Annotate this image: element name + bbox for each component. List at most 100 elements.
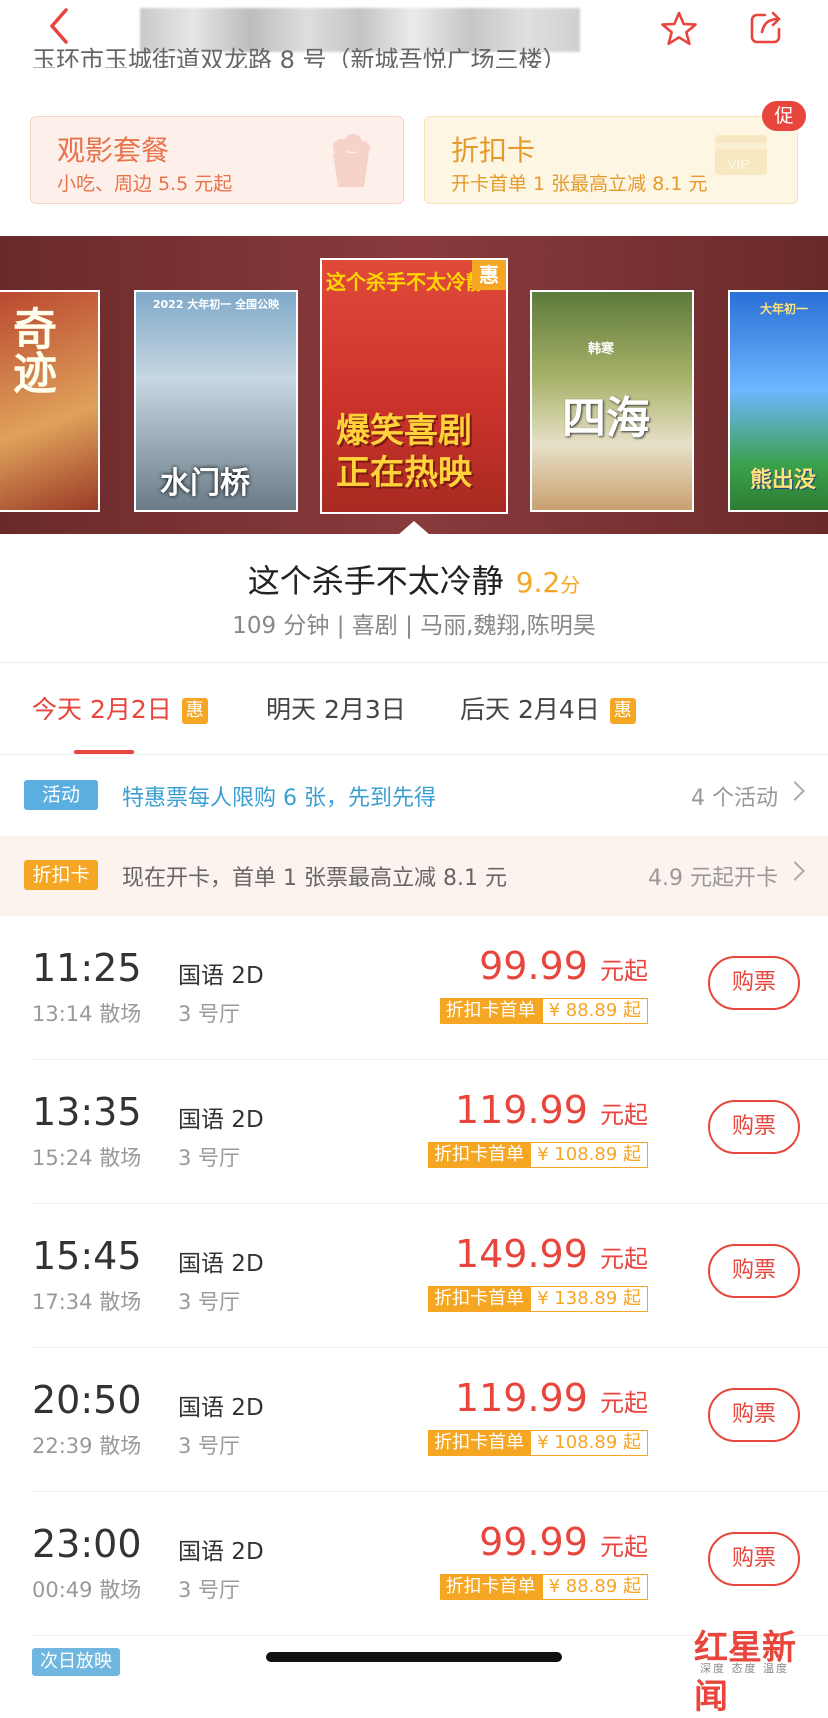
discount-price-tag: 折扣卡首单 ¥ 88.89 起 (439, 1574, 648, 1600)
poster-item[interactable]: 奇迹 (0, 290, 100, 512)
poster-title: 四海 (562, 393, 650, 444)
discount-label: 折扣卡首单 (439, 1574, 542, 1600)
discount-price: ¥ 88.89 起 (541, 1574, 648, 1600)
poster-title: 熊出没 (750, 468, 817, 493)
hall: 3 号厅 (178, 1578, 241, 1602)
start-time: 15:45 (32, 1234, 142, 1278)
price-unit: 元起 (600, 1533, 648, 1561)
end-time: 00:49 散场 (32, 1578, 142, 1602)
price-unit: 元起 (600, 1389, 648, 1417)
chevron-right-icon (785, 861, 805, 881)
activity-text: 特惠票每人限购 6 张，先到先得 (122, 786, 436, 811)
snack-combo-card[interactable]: 观影套餐 小吃、周边 5.5 元起 (30, 116, 404, 204)
poster-tagline: 2022 大年初一 全国公映 (152, 298, 280, 311)
score-unit: 分 (560, 573, 581, 597)
activity-row[interactable]: 活动 特惠票每人限购 6 张，先到先得 4 个活动 (0, 756, 828, 836)
showtime-row: 20:50 22:39 散场 国语 2D 3 号厅 119.99 元起 折扣卡首… (0, 1348, 828, 1492)
showtime-row: 15:45 17:34 散场 国语 2D 3 号厅 149.99 元起 折扣卡首… (0, 1204, 828, 1348)
price: 99.99 元起 (479, 944, 648, 988)
showtime-row: 23:00 00:49 散场 国语 2D 3 号厅 99.99 元起 折扣卡首单… (0, 1492, 828, 1636)
showtime-row: 13:35 15:24 散场 国语 2D 3 号厅 119.99 元起 折扣卡首… (0, 1060, 828, 1204)
discount-label: 折扣卡首单 (428, 1142, 531, 1168)
movie-title-line: 这个杀手不太冷静 9.2分 (0, 556, 828, 602)
share-icon[interactable] (748, 10, 784, 46)
buy-ticket-button[interactable]: 购票 (708, 1244, 800, 1298)
price: 99.99 元起 (479, 1520, 648, 1564)
price-value: 149.99 (454, 1232, 588, 1276)
poster-item[interactable]: 韩寒 四海 (530, 290, 694, 512)
language-format: 国语 2D (178, 1539, 264, 1565)
activity-count: 4 个活动 (691, 786, 778, 811)
discount-price-tag: 折扣卡首单 ¥ 108.89 起 (428, 1142, 648, 1168)
discount-price-tag: 折扣卡首单 ¥ 138.89 起 (428, 1286, 648, 1312)
svg-text:VIP: VIP (727, 156, 750, 172)
chevron-right-icon (785, 781, 805, 801)
discount-card-row[interactable]: 折扣卡 现在开卡，首单 1 张票最高立减 8.1 元 4.9 元起开卡 (0, 836, 828, 916)
poster-tagline: 韩寒 (588, 342, 615, 357)
buy-ticket-button[interactable]: 购票 (708, 1532, 800, 1586)
next-day-badge: 次日放映 (32, 1648, 120, 1676)
discount-price: ¥ 108.89 起 (530, 1430, 648, 1456)
movie-title: 这个杀手不太冷静 (247, 562, 504, 600)
poster-item-selected[interactable]: 这个杀手不太冷静 爆笑喜剧 正在热映 惠 (320, 258, 508, 514)
selected-pointer (398, 521, 430, 535)
vip-card-icon: VIP (715, 135, 767, 175)
divider (0, 754, 828, 755)
discount-price-tag: 折扣卡首单 ¥ 88.89 起 (439, 998, 648, 1024)
promo-subtitle: 开卡首单 1 张最高立减 8.1 元 (451, 173, 708, 195)
hall: 3 号厅 (178, 1002, 241, 1026)
poster-item[interactable]: 大年初一 熊出没 (728, 290, 828, 512)
hall: 3 号厅 (178, 1290, 241, 1314)
discount-card-badge: 折扣卡 (24, 860, 98, 890)
divider (0, 662, 828, 663)
promo-title: 观影套餐 (57, 134, 170, 167)
poster-title: 奇迹 (5, 306, 56, 394)
discount-card-promo[interactable]: 折扣卡 开卡首单 1 张最高立减 8.1 元 VIP (424, 116, 798, 204)
price-unit: 元起 (600, 957, 648, 985)
language-format: 国语 2D (178, 963, 264, 989)
price-value: 99.99 (479, 1520, 588, 1564)
home-indicator[interactable] (266, 1652, 562, 1662)
tab-tomorrow[interactable]: 明天 2月3日 (266, 690, 406, 726)
discount-price: ¥ 138.89 起 (530, 1286, 648, 1312)
promo-badge: 促 (762, 101, 806, 131)
end-time: 15:24 散场 (32, 1146, 142, 1170)
showtime-row: 11:25 13:14 散场 国语 2D 3 号厅 99.99 元起 折扣卡首单… (0, 916, 828, 1060)
poster-title: 水门桥 (160, 466, 250, 501)
discount-price-tag: 折扣卡首单 ¥ 108.89 起 (428, 1430, 648, 1456)
buy-ticket-button[interactable]: 购票 (708, 1388, 800, 1442)
discount-price: ¥ 108.89 起 (530, 1142, 648, 1168)
end-time: 13:14 散场 (32, 1002, 142, 1026)
price-unit: 元起 (600, 1101, 648, 1129)
hall: 3 号厅 (178, 1434, 241, 1458)
price: 119.99 元起 (455, 1088, 648, 1132)
discount-badge: 惠 (181, 698, 208, 724)
movie-poster-carousel[interactable]: 奇迹 2022 大年初一 全国公映 水门桥 这个杀手不太冷静 爆笑喜剧 正在热映… (0, 236, 828, 534)
movie-score: 9.2 (515, 566, 561, 599)
poster-tagline: 这个杀手不太冷静 (326, 270, 486, 294)
open-card-link: 4.9 元起开卡 (648, 866, 778, 891)
start-time: 20:50 (32, 1378, 142, 1422)
back-icon[interactable] (44, 6, 74, 46)
discount-card-text: 现在开卡，首单 1 张票最高立减 8.1 元 (122, 866, 507, 891)
tab-label: 后天 2月4日 (460, 695, 600, 724)
buy-ticket-button[interactable]: 购票 (708, 1100, 800, 1154)
price: 149.99 元起 (455, 1232, 648, 1276)
discount-badge: 惠 (609, 698, 636, 724)
discount-label: 折扣卡首单 (428, 1286, 531, 1312)
buy-ticket-button[interactable]: 购票 (708, 956, 800, 1010)
price-value: 99.99 (479, 944, 588, 988)
start-time: 13:35 (32, 1090, 142, 1134)
hall: 3 号厅 (178, 1146, 241, 1170)
price-value: 119.99 (454, 1376, 588, 1420)
start-time: 23:00 (32, 1522, 142, 1566)
tab-today[interactable]: 今天 2月2日惠 (32, 690, 208, 726)
activity-badge: 活动 (24, 780, 98, 810)
poster-badge: 惠 (472, 260, 506, 290)
tab-day-after[interactable]: 后天 2月4日惠 (460, 690, 636, 726)
poster-item[interactable]: 2022 大年初一 全国公映 水门桥 (134, 290, 298, 512)
price-value: 119.99 (454, 1088, 588, 1132)
popcorn-icon (333, 134, 370, 187)
discount-label: 折扣卡首单 (439, 998, 542, 1024)
tab-label: 明天 2月3日 (266, 695, 406, 724)
